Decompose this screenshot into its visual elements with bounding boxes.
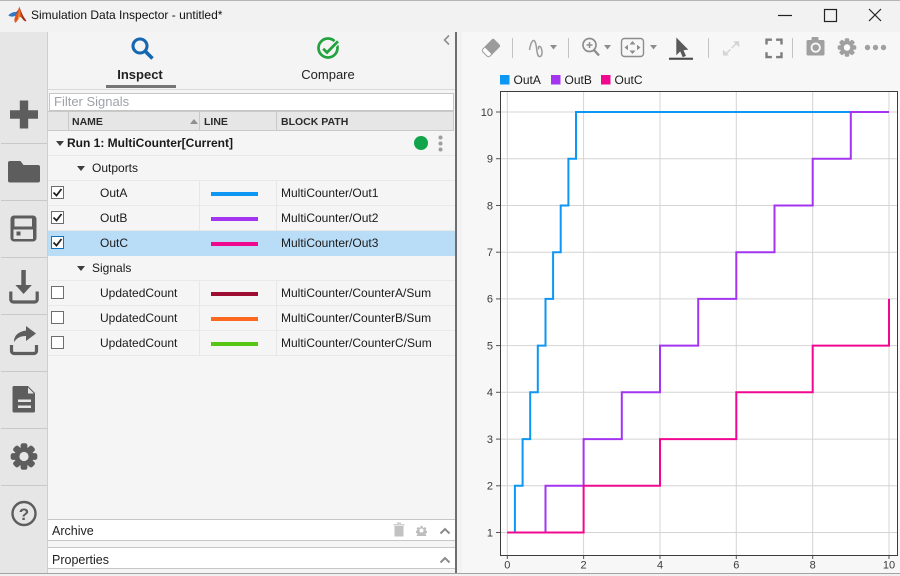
svg-text:OutC: OutC [615, 73, 643, 87]
svg-text:?: ? [19, 505, 29, 524]
svg-text:8: 8 [810, 560, 816, 572]
svg-text:3: 3 [487, 434, 493, 446]
svg-text:5: 5 [487, 340, 493, 352]
svg-text:7: 7 [487, 247, 493, 259]
svg-text:10: 10 [883, 560, 895, 572]
svg-text:OutB: OutB [565, 73, 592, 87]
svg-text:8: 8 [487, 200, 493, 212]
svg-text:1: 1 [487, 527, 493, 539]
svg-text:0: 0 [504, 560, 510, 572]
svg-text:4: 4 [657, 560, 663, 572]
svg-text:6: 6 [733, 560, 739, 572]
svg-text:6: 6 [487, 294, 493, 306]
svg-text:OutA: OutA [514, 73, 541, 87]
svg-text:10: 10 [481, 107, 493, 119]
svg-text:4: 4 [487, 387, 493, 399]
svg-text:2: 2 [581, 560, 587, 572]
svg-text:2: 2 [487, 481, 493, 493]
svg-text:9: 9 [487, 154, 493, 166]
